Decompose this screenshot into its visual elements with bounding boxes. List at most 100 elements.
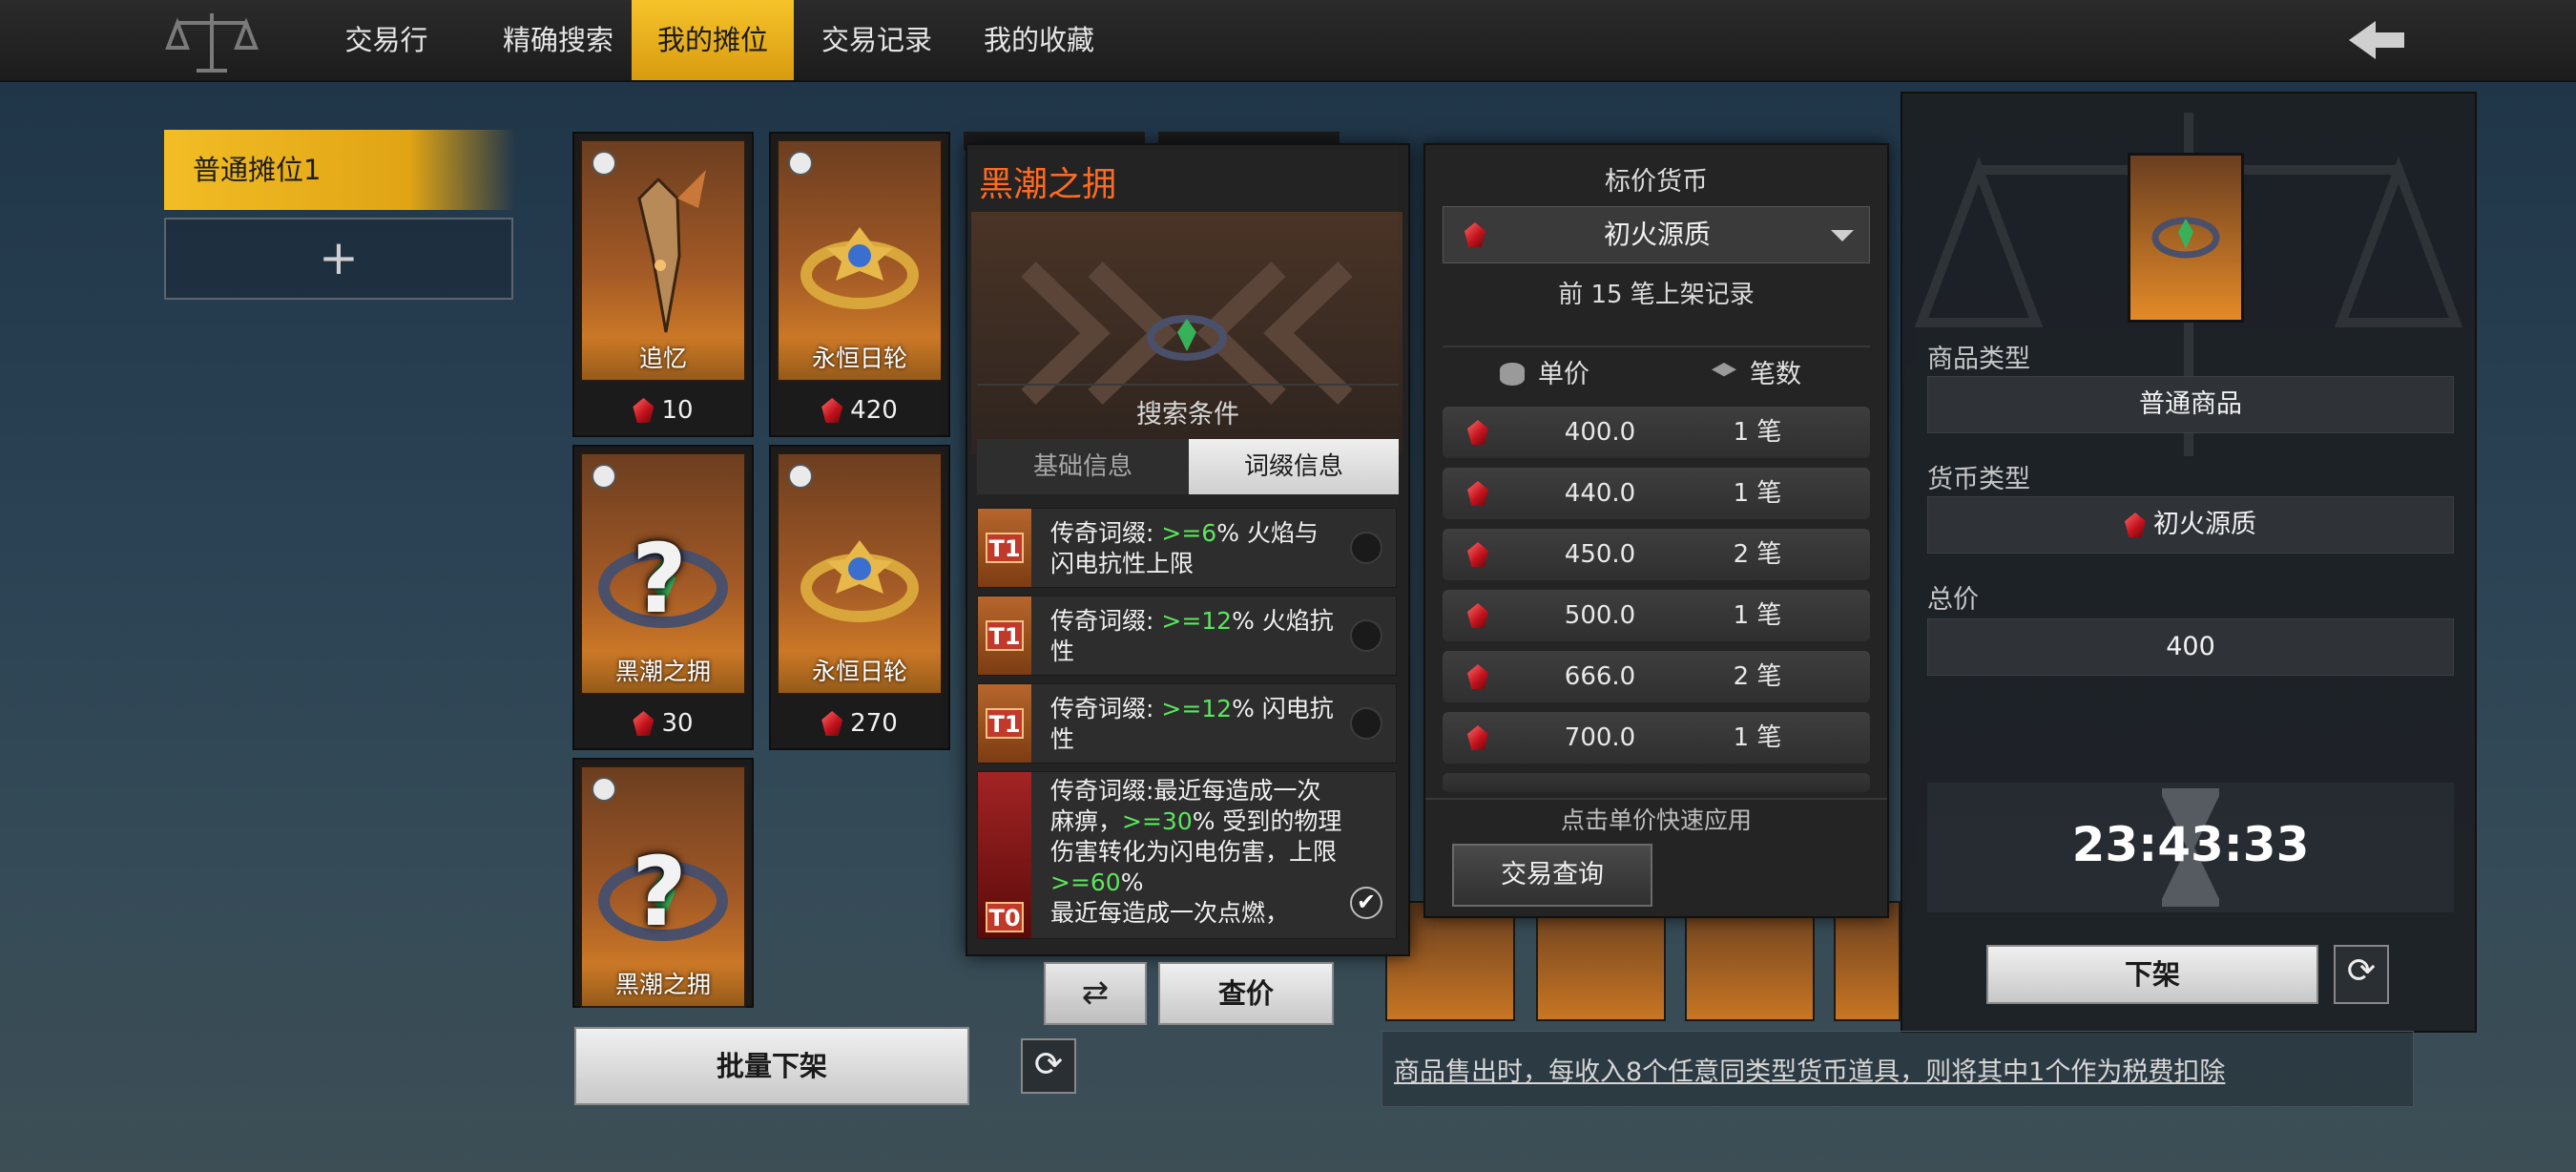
divider — [1443, 345, 1870, 347]
currency-gem-icon — [1467, 420, 1488, 445]
affix-text: 传奇词缀: >=12% 闪电抗性 — [1050, 695, 1334, 753]
total-price-label: 总价 — [1927, 585, 1979, 615]
strip-item[interactable] — [1834, 901, 1901, 1021]
timer-box: 23:43:33 — [1927, 783, 2454, 912]
divider — [1425, 798, 1887, 800]
price-row[interactable]: 440.0 1 笔 — [1443, 468, 1870, 519]
strip-item[interactable] — [1685, 901, 1815, 1021]
item-price: 270 — [771, 702, 948, 744]
timer-icon — [592, 151, 616, 176]
item-price: 10 — [574, 389, 752, 431]
affix-text: 传奇词缀: >=6% 火焰与闪电抗性上限 — [1050, 519, 1319, 577]
currency-gem-icon — [1467, 481, 1488, 506]
timer-icon — [592, 464, 616, 489]
price-row[interactable]: 500.0 1 笔 — [1443, 590, 1870, 641]
currency-type-label: 货币类型 — [1927, 465, 2030, 494]
currency-gem-icon — [821, 398, 843, 423]
dagger-icon: 追忆 — [580, 139, 746, 382]
quick-apply-hint: 点击单价快速应用 — [1560, 806, 1752, 834]
item-card[interactable]: ? 黑潮之拥 — [572, 758, 754, 1008]
unknown-mark: ? — [632, 523, 688, 635]
price-row[interactable]: 450.0 2 笔 — [1443, 529, 1870, 580]
item-name: 追忆 — [582, 338, 744, 380]
item-card[interactable]: ? 黑潮之拥 30 — [572, 445, 754, 750]
search-conditions-title: 搜索条件 — [1136, 400, 1239, 429]
popup-title: 黑潮之拥 — [979, 165, 1117, 204]
price-row[interactable]: 666.0 2 笔 — [1443, 651, 1870, 702]
tab-my-stall[interactable]: 我的摊位 — [632, 0, 794, 80]
gold-ring-icon: 永恒日轮 — [777, 452, 943, 695]
currency-type-value: 初火源质 — [1927, 496, 2454, 554]
currency-gem-icon — [1467, 603, 1488, 628]
tab-favorites[interactable]: 我的收藏 — [958, 0, 1120, 80]
price-row[interactable]: 400.0 1 笔 — [1443, 407, 1870, 458]
timer-icon — [788, 151, 813, 176]
tier-badge: T1 — [978, 596, 1031, 675]
tab-basic-info[interactable]: 基础信息 — [977, 439, 1189, 494]
currency-gem-icon — [821, 711, 843, 736]
chevron-down-icon — [1831, 230, 1854, 241]
select-radio[interactable] — [1350, 619, 1382, 652]
select-radio[interactable] — [1350, 707, 1382, 740]
item-card[interactable]: 永恒日轮 270 — [769, 445, 950, 750]
total-price-value: 400 — [1927, 618, 2454, 676]
countdown-timer: 23:43:33 — [2071, 817, 2310, 872]
item-name: 永恒日轮 — [779, 651, 941, 693]
unknown-mark: ? — [632, 836, 688, 948]
affix-condition[interactable]: T1 传奇词缀: >=12% 火焰抗性 — [977, 596, 1397, 676]
count-header: 笔数 — [1712, 353, 1801, 390]
select-radio[interactable] — [1350, 532, 1382, 564]
check-icon[interactable]: ✔ — [1350, 887, 1382, 919]
listing-item-thumbnail — [2128, 153, 2244, 323]
price-reference-panel: 标价货币 初火源质 前 15 笔上架记录 单价 笔数 400.0 1 笔 440.… — [1423, 143, 1889, 918]
unit-price-header: 单价 — [1500, 353, 1589, 390]
affix-text: 传奇词缀:最近每造成一次 麻痹，>=30% 受到的物理伤害转化为闪电伤害，上限 … — [1050, 777, 1342, 927]
tax-note[interactable]: 商品售出时，每收入8个任意同类型货币道具，则将其中1个作为税费扣除 — [1394, 1051, 2225, 1088]
tab-precise-search[interactable]: 精确搜索 — [477, 0, 639, 80]
gold-ring-icon: 永恒日轮 — [777, 139, 943, 382]
tab-trade-records[interactable]: 交易记录 — [796, 0, 958, 80]
refresh-icon[interactable]: ⟳ — [1021, 1038, 1076, 1094]
item-type-label: 商品类型 — [1927, 345, 2030, 374]
add-stall-button[interactable]: + — [164, 218, 513, 300]
affix-condition[interactable]: T1 传奇词缀: >=6% 火焰与闪电抗性上限 — [977, 508, 1397, 588]
currency-gem-icon — [2125, 513, 2146, 537]
currency-gem-icon — [1467, 542, 1488, 567]
listing-detail-panel: 商品类型 普通商品 货币类型 初火源质 总价 400 23:43:33 下架 ⟳ — [1901, 92, 2477, 1033]
item-filter-popup: 黑潮之拥 搜索条件 基础信息 词缀信息 T1 传奇词缀: >=6% 火焰与闪电抗… — [966, 143, 1410, 956]
item-price: 420 — [771, 389, 948, 431]
item-card[interactable]: 追忆 10 — [572, 132, 754, 437]
divider — [977, 384, 1399, 386]
affix-condition[interactable]: T0 传奇词缀:最近每造成一次 麻痹，>=30% 受到的物理伤害转化为闪电伤害，… — [977, 771, 1397, 939]
price-row[interactable]: 700.0 1 笔 — [1443, 712, 1870, 764]
tier-badge: T1 — [978, 684, 1031, 763]
currency-gem-icon — [1467, 664, 1488, 689]
scales-icon — [165, 13, 259, 73]
item-name: 黑潮之拥 — [582, 651, 744, 693]
tab-market[interactable]: 交易行 — [315, 0, 458, 80]
strip-item[interactable] — [1536, 901, 1666, 1021]
currency-gem-icon — [633, 398, 654, 423]
currency-title: 标价货币 — [1605, 167, 1708, 197]
timer-icon — [592, 777, 616, 802]
trade-query-button[interactable]: 交易查询 — [1452, 844, 1652, 907]
price-row-partial — [1443, 773, 1870, 792]
records-title: 前 15 笔上架记录 — [1558, 281, 1755, 309]
delist-button[interactable]: 下架 — [1986, 945, 2318, 1004]
currency-gem-icon — [633, 711, 654, 736]
tier-badge: T0 — [978, 772, 1031, 938]
currency-selected: 初火源质 — [1603, 219, 1711, 250]
item-card[interactable]: 永恒日轮 420 — [769, 132, 950, 437]
batch-delist-button[interactable]: 批量下架 — [574, 1027, 969, 1105]
back-arrow-icon[interactable] — [2337, 11, 2414, 69]
stall-tab-1[interactable]: 普通摊位1 — [164, 130, 515, 210]
check-price-button[interactable]: 查价 — [1158, 962, 1334, 1025]
refresh-icon[interactable]: ⟳ — [2334, 945, 2389, 1004]
unknown-ring-icon: ? 黑潮之拥 — [580, 765, 746, 1008]
item-price: 30 — [574, 702, 752, 744]
tab-affix-info[interactable]: 词缀信息 — [1189, 439, 1399, 494]
item-name: 永恒日轮 — [779, 338, 941, 380]
affix-condition[interactable]: T1 传奇词缀: >=12% 闪电抗性 — [977, 683, 1397, 764]
swap-icon[interactable]: ⇄ — [1044, 962, 1147, 1025]
currency-select[interactable]: 初火源质 — [1443, 206, 1870, 263]
